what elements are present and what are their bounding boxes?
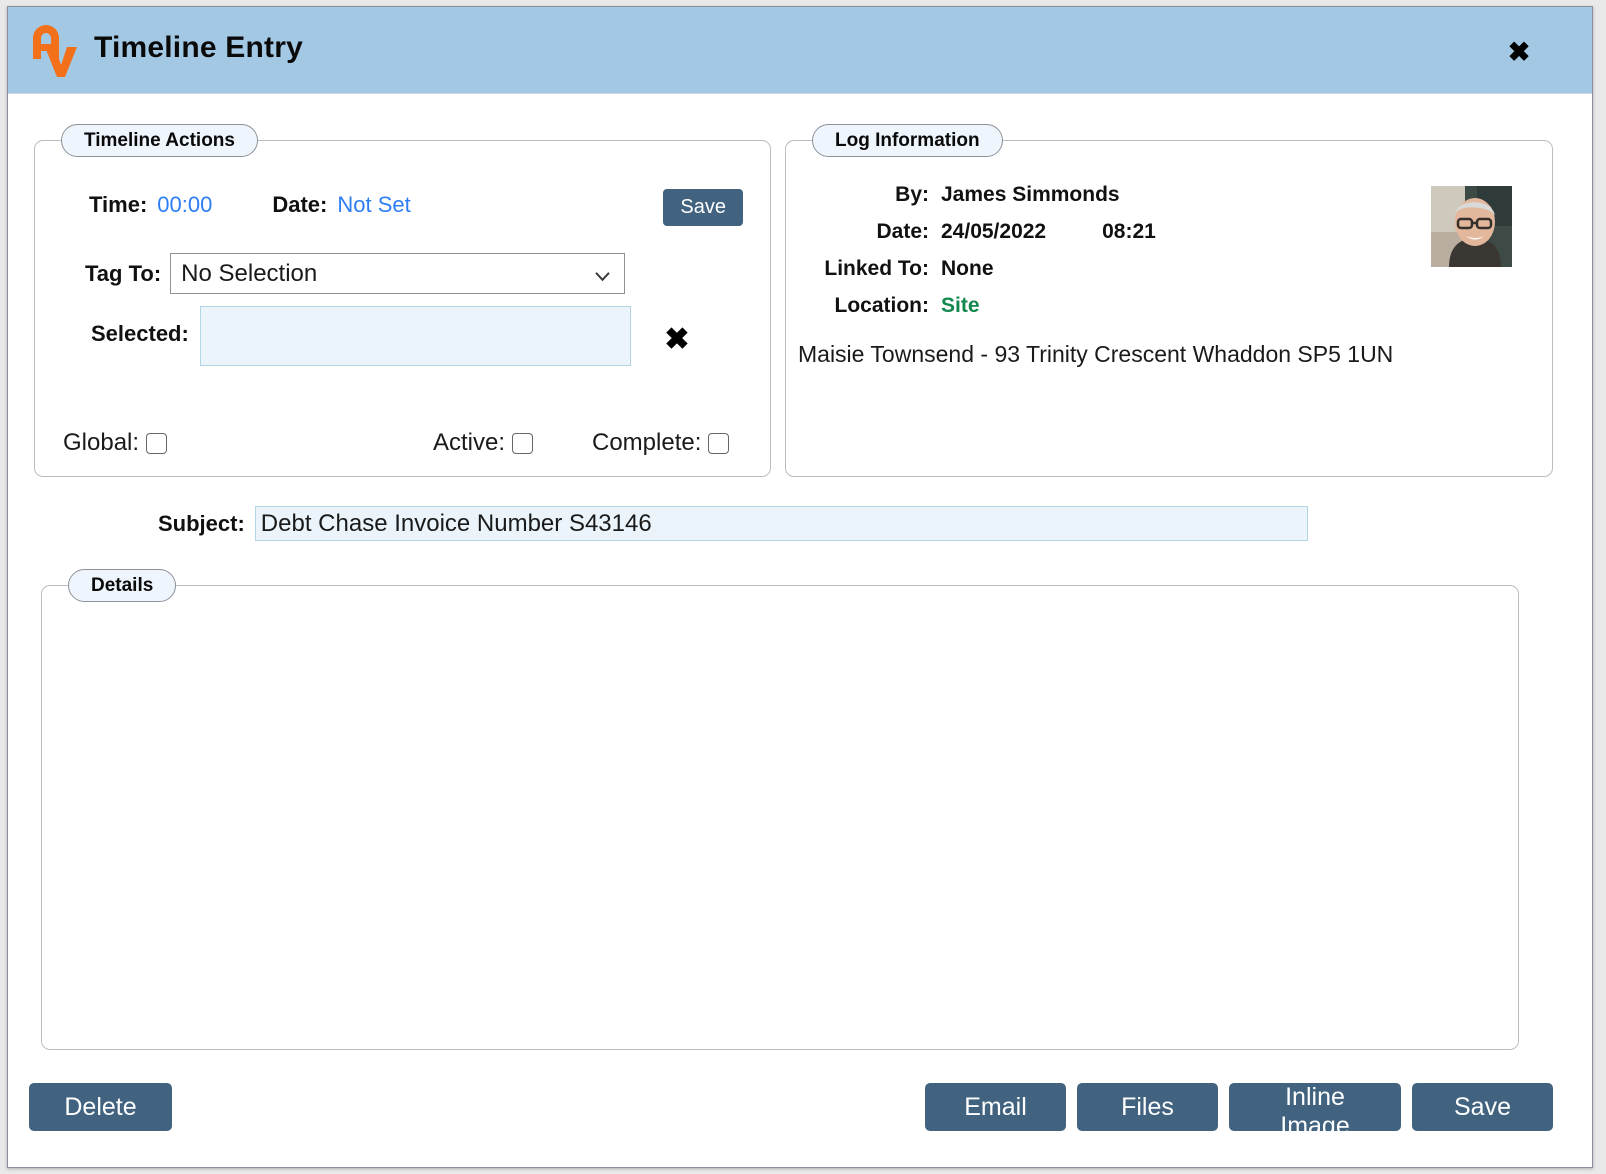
complete-label: Complete: [592,429,702,456]
avatar [1431,186,1512,267]
global-checkbox[interactable] [146,432,168,454]
date-value[interactable]: Not Set [337,192,410,218]
active-checkbox[interactable] [512,432,534,454]
date-label: Date: [272,192,328,217]
global-label: Global: [63,429,140,456]
complete-checkbox-row: Complete: [592,429,730,457]
log-information-legend: Log Information [812,124,1003,157]
selected-input[interactable] [199,306,631,366]
time-label: Time: [89,192,148,217]
selected-row: Selected: [91,306,631,366]
log-linked-to-label: Linked To: [824,257,929,280]
global-checkbox-row: Global: [63,429,168,457]
page-title: Timeline Entry [94,31,303,64]
complete-checkbox[interactable] [708,432,730,454]
log-date-label: Date: [876,220,929,243]
timeline-actions-legend: Timeline Actions [61,124,258,157]
av-logo-icon [27,21,79,79]
log-time-value: 08:21 [1102,220,1156,243]
subject-input[interactable] [254,506,1308,541]
dialog-titlebar: Timeline Entry ✖ [8,7,1592,94]
clear-x-icon[interactable]: ✖ [662,325,692,355]
log-date-value: 24/05/2022 [941,220,1047,243]
active-label: Active: [433,429,506,456]
log-by-label: By: [895,183,929,206]
timeline-entry-dialog: Timeline Entry ✖ Timeline Actions Time: … [7,6,1593,1168]
files-button[interactable]: Files [1077,1083,1218,1131]
details-editor[interactable] [42,586,1518,1049]
timeline-actions-panel: Timeline Actions Time: 00:00 Date: Not S… [34,124,771,477]
tag-to-select[interactable]: No Selection [170,253,626,294]
subject-label: Subject: [158,510,245,536]
time-date-row: Time: 00:00 Date: Not Set [89,192,411,218]
selected-label: Selected: [91,321,189,346]
log-location-value: Site [941,294,980,317]
log-linked-to-row: Linked To: None [799,257,994,281]
timeline-save-button[interactable]: Save [663,189,743,226]
log-location-row: Location: Site [799,294,980,318]
time-value[interactable]: 00:00 [157,192,212,218]
tag-to-selected-value: No Selection [181,259,318,287]
log-information-panel: Log Information By: James Simmonds Date:… [785,124,1553,477]
delete-button[interactable]: Delete [29,1083,172,1131]
close-icon[interactable]: ✖ [1502,35,1536,69]
tag-to-row: Tag To: No Selection [85,253,626,294]
log-date-row: Date: 24/05/2022 08:21 [799,220,1156,244]
log-by-row: By: James Simmonds [799,183,1120,207]
log-linked-to-value: None [941,257,994,280]
save-button[interactable]: Save [1412,1083,1553,1131]
log-by-value: James Simmonds [941,183,1120,206]
active-checkbox-row: Active: [433,429,534,457]
log-address: Maisie Townsend - 93 Trinity Crescent Wh… [798,341,1394,367]
inline-image-button[interactable]: Inline Image [1229,1083,1401,1140]
tag-to-label: Tag To: [85,260,162,286]
details-panel: Details [41,569,1519,1050]
chevron-down-icon [594,263,611,281]
subject-row: Subject: [158,506,1308,541]
log-location-label: Location: [834,294,930,317]
email-button[interactable]: Email [925,1083,1066,1131]
